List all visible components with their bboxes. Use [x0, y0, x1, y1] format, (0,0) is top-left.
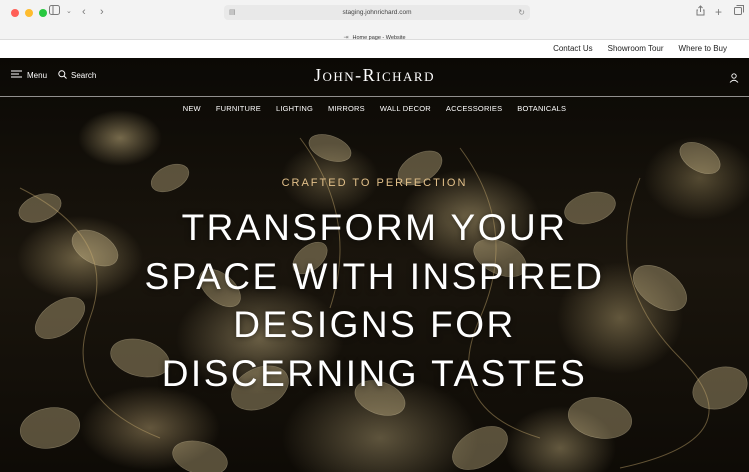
reload-icon[interactable]: ↻ [518, 6, 525, 19]
category-nav: NEW FURNITURE LIGHTING MIRRORS WALL DECO… [0, 104, 749, 113]
tab-bar: ⇥ Home page - Website [0, 26, 749, 41]
sidebar-toggle-icon[interactable] [49, 5, 60, 19]
where-to-buy-link[interactable]: Where to Buy [679, 40, 727, 58]
address-bar[interactable]: ▤ staging.johnrichard.com ↻ [224, 5, 530, 20]
nav-mirrors[interactable]: MIRRORS [328, 104, 365, 113]
nav-accessories[interactable]: ACCESSORIES [446, 104, 502, 113]
share-icon[interactable] [696, 5, 705, 20]
back-button[interactable]: ‹ [82, 5, 86, 19]
utility-nav: Contact Us Showroom Tour Where to Buy [0, 40, 749, 58]
maximize-window-button[interactable] [39, 9, 47, 17]
browser-chrome: ⌄ ‹ › ▤ staging.johnrichard.com ↻ + ⇥ Hom… [0, 0, 749, 41]
close-window-button[interactable] [11, 9, 19, 17]
nav-furniture[interactable]: FURNITURE [216, 104, 261, 113]
showroom-tour-link[interactable]: Showroom Tour [608, 40, 664, 58]
nav-new[interactable]: NEW [183, 104, 201, 113]
nav-wall-decor[interactable]: WALL DECOR [380, 104, 431, 113]
header-divider [0, 96, 749, 97]
forward-button[interactable]: › [100, 5, 104, 19]
chevron-down-icon[interactable]: ⌄ [66, 5, 72, 19]
minimize-window-button[interactable] [25, 9, 33, 17]
nav-lighting[interactable]: LIGHTING [276, 104, 313, 113]
window-controls [11, 9, 47, 17]
tab-overview-icon[interactable] [734, 5, 744, 19]
nav-botanicals[interactable]: BOTANICALS [517, 104, 566, 113]
contact-us-link[interactable]: Contact Us [553, 40, 593, 58]
hero-section: Menu Search John-Richard NEW FURNITURE L… [0, 58, 749, 472]
account-icon[interactable] [729, 70, 739, 88]
hero-eyebrow: CRAFTED TO PERFECTION [281, 177, 468, 189]
new-tab-icon[interactable]: + [715, 5, 722, 19]
site-logo[interactable]: John-Richard [0, 65, 749, 86]
url-text: staging.johnrichard.com [342, 9, 412, 16]
hero-headline: TRANSFORM YOUR SPACE WITH INSPIRED DESIG… [144, 207, 605, 394]
